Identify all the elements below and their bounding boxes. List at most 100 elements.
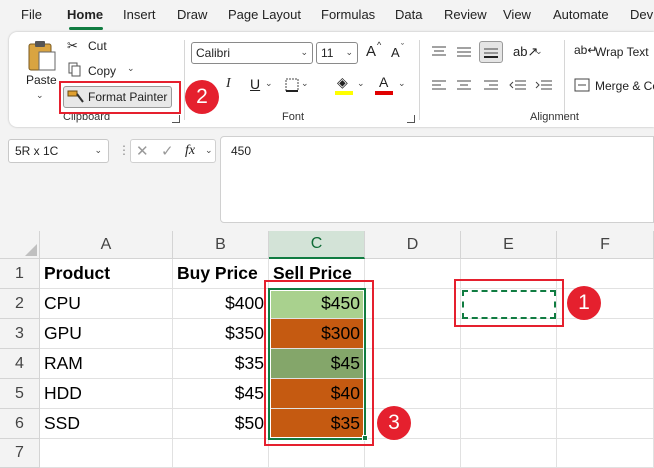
chevron-down-icon: ⌄ — [205, 145, 213, 155]
tab-insert[interactable]: Insert — [123, 7, 156, 22]
enter-icon[interactable]: ✓ — [161, 142, 174, 160]
cell-a5[interactable]: HDD — [40, 379, 173, 409]
cell-b5[interactable]: $45 — [173, 379, 269, 409]
cell-a2[interactable]: CPU — [40, 289, 173, 319]
cell-e5[interactable] — [461, 379, 557, 409]
tab-developer[interactable]: Dev — [630, 7, 653, 22]
font-color-label: A — [379, 74, 389, 90]
align-top-icon[interactable] — [431, 45, 447, 59]
cell-b7[interactable] — [173, 439, 269, 468]
ribbon-tabs: File Home Insert Draw Page Layout Formul… — [0, 0, 654, 30]
cell-d5[interactable] — [365, 379, 461, 409]
select-all-corner[interactable] — [0, 231, 40, 259]
chevron-down-icon: ⌄ — [300, 47, 308, 57]
tab-draw[interactable]: Draw — [177, 7, 207, 22]
increase-indent-icon[interactable] — [535, 79, 553, 93]
cell-b6[interactable]: $50 — [173, 409, 269, 439]
increase-font-size-button[interactable]: A — [366, 43, 376, 60]
cell-f4[interactable] — [557, 349, 654, 379]
cell-a6[interactable]: SSD — [40, 409, 173, 439]
font-color-button[interactable]: A — [375, 74, 395, 96]
column-header-d[interactable]: D — [365, 231, 461, 259]
cell-e6[interactable] — [461, 409, 557, 439]
cell-d7[interactable] — [365, 439, 461, 468]
row-header-3[interactable]: 3 — [0, 319, 40, 349]
copy-icon — [68, 62, 81, 77]
cell-a4[interactable]: RAM — [40, 349, 173, 379]
chevron-down-icon: ⌄ — [94, 145, 102, 155]
font-name-select[interactable]: Calibri ⌄ — [191, 42, 313, 64]
cell-d1[interactable] — [365, 259, 461, 289]
formula-input[interactable]: 450 — [220, 136, 654, 223]
cell-d3[interactable] — [365, 319, 461, 349]
column-header-e[interactable]: E — [461, 231, 557, 259]
tab-file[interactable]: File — [21, 7, 42, 22]
cell-e7[interactable] — [461, 439, 557, 468]
align-bottom-button[interactable] — [479, 41, 503, 63]
copy-button[interactable]: Copy ⌄ — [67, 62, 147, 80]
merge-icon — [574, 78, 590, 92]
italic-button[interactable]: I — [226, 76, 231, 92]
wrap-text-label: Wrap Text — [595, 45, 649, 59]
align-center-icon[interactable] — [456, 79, 472, 93]
align-right-icon[interactable] — [483, 79, 499, 93]
cell-b2[interactable]: $400 — [173, 289, 269, 319]
tab-automate[interactable]: Automate — [553, 7, 609, 22]
column-header-c[interactable]: C — [269, 231, 365, 259]
group-separator — [184, 40, 185, 120]
group-separator — [419, 40, 420, 120]
tab-page-layout[interactable]: Page Layout — [228, 7, 301, 22]
row-header-5[interactable]: 5 — [0, 379, 40, 409]
wrap-text-icon: ab↵ — [574, 43, 598, 57]
clipboard-dialog-launcher-icon[interactable] — [172, 115, 180, 123]
cell-d4[interactable] — [365, 349, 461, 379]
row-header-4[interactable]: 4 — [0, 349, 40, 379]
column-header-a[interactable]: A — [40, 231, 173, 259]
merge-center-button[interactable]: Merge & Ce — [574, 77, 654, 97]
formula-value: 450 — [231, 144, 252, 158]
cell-f5[interactable] — [557, 379, 654, 409]
tab-home[interactable]: Home — [67, 7, 103, 22]
cut-button[interactable]: ✂ Cut — [67, 37, 127, 55]
cancel-icon[interactable]: ✕ — [136, 142, 149, 160]
cell-b3[interactable]: $350 — [173, 319, 269, 349]
tab-data[interactable]: Data — [395, 7, 422, 22]
name-box[interactable]: 5R x 1C ⌄ — [8, 139, 109, 163]
cell-b1[interactable]: Buy Price — [173, 259, 269, 289]
font-size-select[interactable]: 11 ⌄ — [316, 42, 358, 64]
tab-view[interactable]: View — [503, 7, 531, 22]
cell-f1[interactable] — [557, 259, 654, 289]
decrease-indent-icon[interactable] — [509, 79, 527, 93]
cell-a1[interactable]: Product — [40, 259, 173, 289]
cell-a3[interactable]: GPU — [40, 319, 173, 349]
chevron-down-icon: ⌄ — [345, 47, 353, 57]
select-all-triangle-icon — [25, 244, 37, 256]
row-header-2[interactable]: 2 — [0, 289, 40, 319]
cell-f6[interactable] — [557, 409, 654, 439]
caret-up-icon: ^ — [377, 40, 382, 50]
tab-formulas[interactable]: Formulas — [321, 7, 375, 22]
cell-f7[interactable] — [557, 439, 654, 468]
row-header-6[interactable]: 6 — [0, 409, 40, 439]
row-header-7[interactable]: 7 — [0, 439, 40, 468]
cell-d2[interactable] — [365, 289, 461, 319]
wrap-text-button[interactable]: ab↵ Wrap Text — [574, 43, 654, 63]
decrease-font-size-button[interactable]: A — [391, 45, 400, 60]
paste-button[interactable]: Paste ⌄ — [22, 36, 62, 102]
column-header-b[interactable]: B — [173, 231, 269, 259]
cell-a7[interactable] — [40, 439, 173, 468]
align-middle-icon[interactable] — [456, 45, 472, 59]
column-header-f[interactable]: F — [557, 231, 654, 259]
callout-badge-3: 3 — [377, 406, 411, 440]
tab-review[interactable]: Review — [444, 7, 487, 22]
font-dialog-launcher-icon[interactable] — [407, 115, 415, 123]
borders-icon[interactable] — [285, 78, 299, 92]
insert-function-button[interactable]: fx — [185, 143, 195, 159]
row-header-1[interactable]: 1 — [0, 259, 40, 289]
align-left-icon[interactable] — [431, 79, 447, 93]
fill-color-button[interactable]: ◈ — [335, 74, 355, 96]
cell-b4[interactable]: $35 — [173, 349, 269, 379]
cell-e4[interactable] — [461, 349, 557, 379]
cell-f3[interactable] — [557, 319, 654, 349]
underline-button[interactable]: U — [250, 76, 260, 92]
